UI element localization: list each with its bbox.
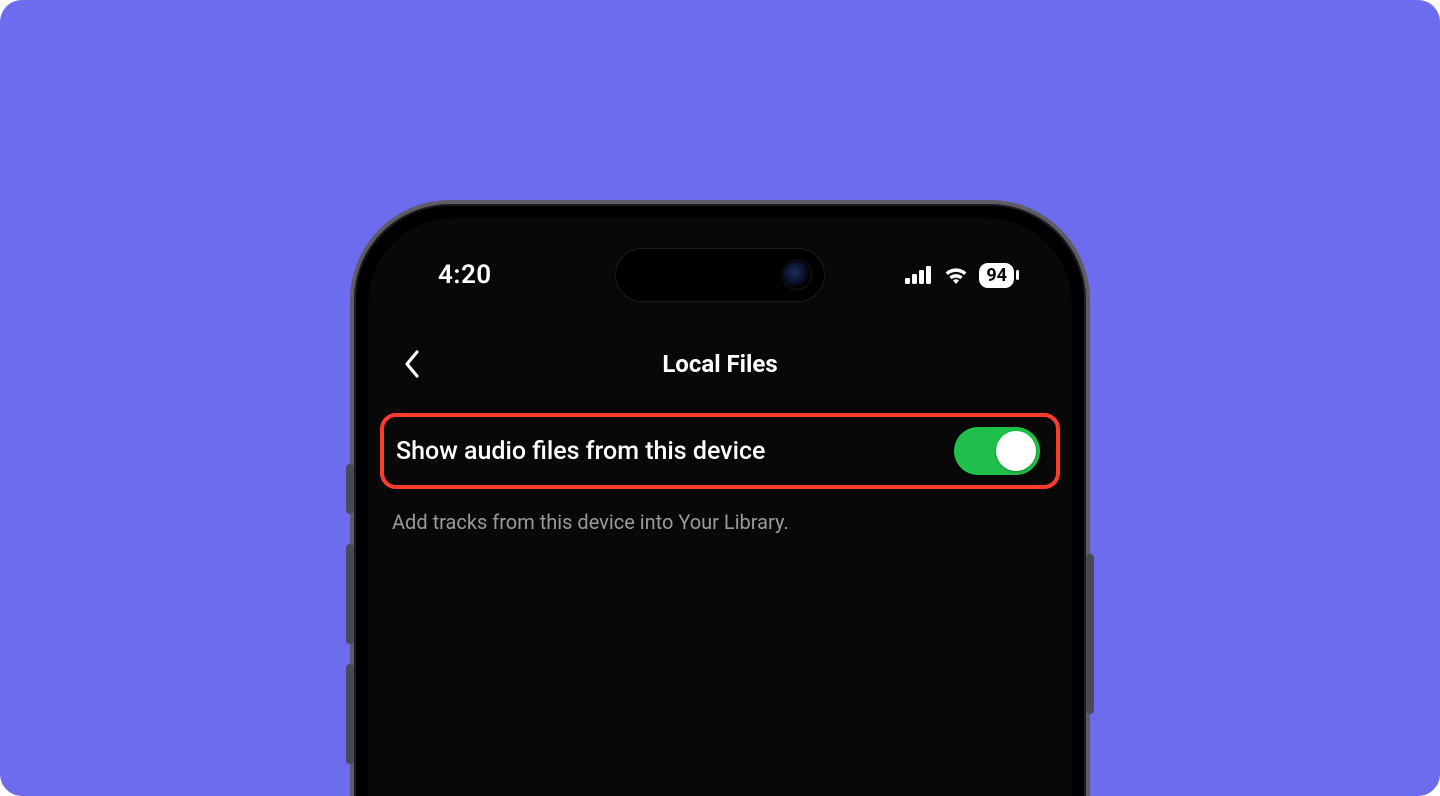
battery-percent: 94 [986, 265, 1007, 286]
chevron-left-icon [403, 349, 421, 379]
status-time: 4:20 [438, 260, 492, 290]
back-button[interactable] [392, 344, 432, 384]
toggle-knob [996, 431, 1036, 471]
front-camera-icon [784, 262, 810, 288]
cellular-signal-icon [905, 266, 933, 284]
setting-description: Add tracks from this device into Your Li… [392, 510, 1048, 534]
page-title: Local Files [662, 350, 777, 378]
phone-side-button [346, 464, 354, 514]
setting-row-show-audio-files[interactable]: Show audio files from this device [380, 413, 1060, 489]
phone-frame: 4:20 [350, 200, 1090, 796]
phone-side-button [346, 544, 354, 644]
dynamic-island [615, 248, 825, 302]
phone-side-button [346, 664, 354, 764]
battery-indicator: 94 [979, 263, 1014, 288]
setting-label: Show audio files from this device [396, 437, 954, 466]
page-background: 4:20 [0, 0, 1440, 796]
phone-side-button [1086, 554, 1094, 714]
show-audio-files-toggle[interactable] [954, 427, 1040, 475]
wifi-icon [943, 265, 969, 285]
nav-bar: Local Files [368, 338, 1072, 390]
phone-screen: 4:20 [368, 218, 1072, 796]
